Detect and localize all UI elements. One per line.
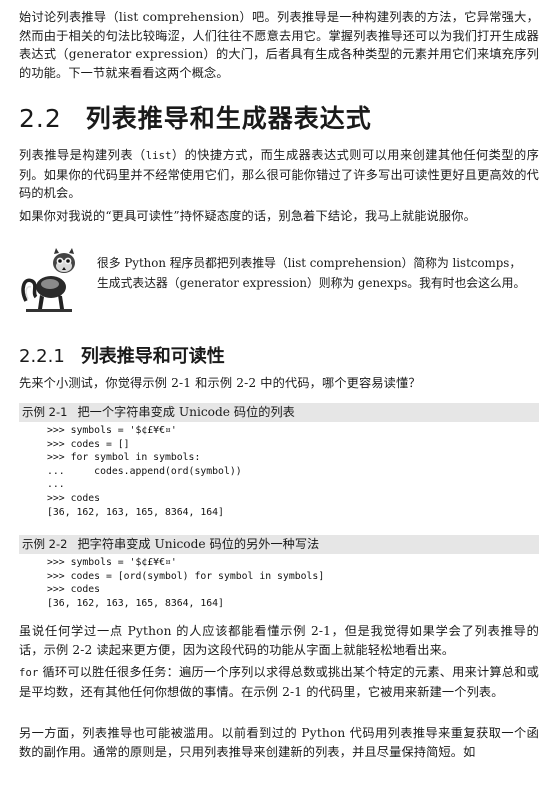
para5-code: for bbox=[19, 667, 39, 679]
paragraph-readability: 如果你对我说的“更具可读性”持怀疑态度的话，别急着下结论，我马上就能说服你。 bbox=[19, 209, 476, 223]
paragraph-for-loop: for 循环可以胜任很多任务：遍历一个序列以求得总数或挑出某个特定的元素、用来计… bbox=[19, 663, 539, 701]
example-2-2-title: 示例 2-2 把字符串变成 Unicode 码位的另外一种写法 bbox=[19, 535, 539, 554]
example-2-2-code: >>> symbols = '$¢£¥€¤' >>> codes = [ord(… bbox=[47, 557, 325, 609]
subsection-heading: 2.2.1 列表推导和可读性 bbox=[19, 345, 225, 369]
subsection-number: 2.2.1 bbox=[19, 346, 65, 367]
section-number: 2.2 bbox=[19, 104, 62, 133]
book-page: 始讨论列表推导（list comprehension）吧。列表推导是一种构建列表… bbox=[0, 0, 559, 786]
paragraph-abuse: 另一方面，列表推导也可能被滥用。以前看到过的 Python 代码用列表推导来重复… bbox=[19, 726, 539, 759]
paragraph-quiz: 先来个小测试，你觉得示例 2-1 和示例 2-2 中的代码，哪个更容易读懂？ bbox=[19, 376, 421, 390]
section-heading: 2.2 列表推导和生成器表达式 bbox=[19, 104, 372, 134]
paragraph-list-comprehension: 列表推导是构建列表（list）的快捷方式，而生成器表达式则可以用来创建其他任何类… bbox=[19, 146, 539, 203]
example-2-1-caption: 把一个字符串变成 Unicode 码位的列表 bbox=[77, 405, 295, 419]
para5-after: 循环可以胜任很多任务：遍历一个序列以求得总数或挑出某个特定的元素、用来计算总和或… bbox=[19, 665, 539, 699]
lemur-icon bbox=[21, 248, 75, 312]
section-title: 列表推导和生成器表达式 bbox=[85, 104, 372, 133]
example-2-1-label: 示例 2-1 bbox=[22, 405, 68, 419]
example-2-2-caption: 把字符串变成 Unicode 码位的另外一种写法 bbox=[77, 537, 320, 551]
para1-before: 列表推导是构建列表（ bbox=[19, 148, 146, 162]
note-text: 很多 Python 程序员都把列表推导（list comprehension）简… bbox=[97, 256, 526, 290]
paragraph-comparison: 虽说任何学过一点 Python 的人应该都能看懂示例 2-1，但是我觉得如果学会… bbox=[19, 624, 539, 657]
intro-paragraph: 始讨论列表推导（list comprehension）吧。列表推导是一种构建列表… bbox=[19, 10, 539, 80]
example-2-2-label: 示例 2-2 bbox=[22, 537, 68, 551]
example-2-1-title: 示例 2-1 把一个字符串变成 Unicode 码位的列表 bbox=[19, 403, 539, 422]
subsection-title: 列表推导和可读性 bbox=[80, 346, 225, 367]
example-2-1-code: >>> symbols = '$¢£¥€¤' >>> codes = [] >>… bbox=[47, 425, 242, 518]
para1-code: list bbox=[145, 150, 172, 162]
